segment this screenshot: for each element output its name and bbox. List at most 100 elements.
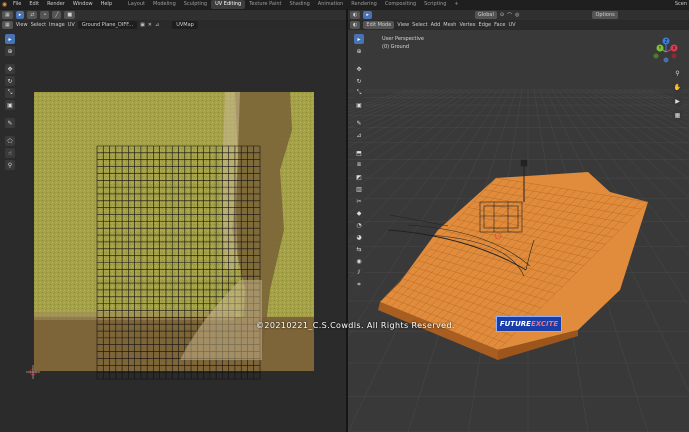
floor-grid-line — [629, 89, 689, 113]
uv-editor-area[interactable]: ▸ ⊕ ✥ ↻ ⤡ ▣ ✎ ⬠ ☝ ⚲ — [0, 30, 346, 432]
uv-menu-view[interactable]: View — [16, 22, 28, 28]
pivot-icon[interactable]: ⊙ — [500, 12, 504, 18]
face-select-icon[interactable]: ■ — [64, 11, 76, 19]
tab-scripting[interactable]: Scripting — [420, 0, 450, 9]
tab-modeling[interactable]: Modeling — [149, 0, 180, 9]
menu-window[interactable]: Window — [69, 0, 97, 9]
tab-texture-paint[interactable]: Texture Paint — [245, 0, 285, 9]
proportional-icon[interactable]: ◎ — [515, 12, 519, 18]
annotate-icon[interactable]: ✎ — [5, 118, 15, 128]
vp-menu-add[interactable]: Add — [431, 22, 441, 28]
vp-rotate-icon[interactable]: ↻ — [354, 76, 364, 86]
vertex-select-icon[interactable]: • — [40, 11, 50, 19]
pin-icon[interactable]: ⊿ — [155, 22, 159, 28]
transform-orientation[interactable]: Global — [474, 11, 497, 19]
uv-canvas[interactable] — [0, 30, 346, 432]
vp-scale-icon[interactable]: ⤡ — [354, 88, 364, 98]
add-workspace-button[interactable]: + — [450, 0, 462, 9]
3d-viewport[interactable]: X Z Y User Perspective (0) Ground ▸ ⊕ ✥ … — [0, 30, 689, 432]
vp-cursor-icon[interactable]: ⊕ — [354, 46, 364, 56]
snap-icon[interactable]: ⌒ — [507, 12, 512, 19]
move-icon[interactable]: ✥ — [5, 64, 15, 74]
future-excite-logo: FUTURE EXCITE — [496, 316, 562, 332]
tab-compositing[interactable]: Compositing — [381, 0, 420, 9]
vp-annotate-icon[interactable]: ✎ — [354, 118, 364, 128]
viewport-type-icon[interactable]: ◐ — [350, 21, 361, 29]
cursor-icon[interactable]: ⊕ — [5, 46, 15, 56]
scene-selector[interactable]: Scen — [675, 0, 689, 9]
knife-icon[interactable]: ✂ — [354, 196, 364, 206]
editor-type-icon[interactable]: ▦ — [2, 11, 13, 19]
tab-uv-editing[interactable]: UV Editing — [211, 0, 246, 9]
tab-animation[interactable]: Animation — [314, 0, 348, 9]
pinch-icon[interactable]: ⚲ — [5, 160, 15, 170]
tab-layout[interactable]: Layout — [124, 0, 149, 9]
blender-logo-icon[interactable]: ◉ — [0, 0, 9, 9]
relax-icon[interactable]: ☝ — [5, 148, 15, 158]
shear-icon[interactable]: ⫽ — [354, 268, 364, 278]
zoom-icon[interactable]: ⚲ — [672, 68, 683, 79]
uv-editor-type-icon[interactable]: ▦ — [2, 21, 13, 29]
vp-select-icon[interactable]: ▸ — [354, 34, 364, 44]
grid-icon[interactable]: ▦ — [672, 110, 683, 121]
options-dropdown[interactable]: Options — [592, 11, 618, 19]
smooth-icon[interactable]: ◕ — [354, 232, 364, 242]
rip-icon[interactable]: ⌗ — [354, 280, 364, 290]
uv-menu-image[interactable]: Image — [49, 22, 65, 28]
poly-build-icon[interactable]: ◆ — [354, 208, 364, 218]
menu-render[interactable]: Render — [43, 0, 69, 9]
tab-shading[interactable]: Shading — [285, 0, 313, 9]
viewport-header: ◐ Edit Mode View Select Add Mesh Vertex … — [348, 20, 689, 30]
viewport-title: User Perspective — [382, 36, 424, 42]
vp-transform-icon[interactable]: ▣ — [354, 100, 364, 110]
shrink-icon[interactable]: ◉ — [354, 256, 364, 266]
inset-icon[interactable]: ⧈ — [354, 160, 364, 170]
extrude-icon[interactable]: ⬒ — [354, 148, 364, 158]
viewport-editor-type-icon[interactable]: ◐ — [350, 11, 361, 19]
edge-slide-icon[interactable]: ⇆ — [354, 244, 364, 254]
pan-icon[interactable]: ✋ — [672, 82, 683, 93]
svg-text:Z: Z — [665, 39, 668, 44]
viewport-select-icon[interactable]: ▸ — [363, 11, 372, 19]
vp-menu-uv[interactable]: UV — [508, 22, 515, 28]
rotate-icon[interactable]: ↻ — [5, 76, 15, 86]
menu-edit[interactable]: Edit — [25, 0, 43, 9]
bevel-icon[interactable]: ◩ — [354, 172, 364, 182]
mode-selector[interactable]: Edit Mode — [363, 21, 395, 29]
uv-tool-settings-header: ▦ ▸ ⇄ • ╱ ■ — [0, 10, 346, 20]
transform-icon[interactable]: ▣ — [5, 100, 15, 110]
loop-cut-icon[interactable]: ▥ — [354, 184, 364, 194]
spin-icon[interactable]: ◔ — [354, 220, 364, 230]
uvmap-selector[interactable]: UVMap — [172, 21, 198, 29]
scale-icon[interactable]: ⤡ — [5, 88, 15, 98]
floor-grid-line — [623, 89, 689, 116]
navigation-gizmo[interactable]: X Z Y — [653, 37, 678, 63]
uv-menu-uv[interactable]: UV — [68, 22, 75, 28]
menu-help[interactable]: Help — [97, 0, 116, 9]
tab-rendering[interactable]: Rendering — [347, 0, 381, 9]
select-mode-icon[interactable]: ▸ — [15, 11, 25, 19]
new-image-icon[interactable]: ▣ — [140, 22, 145, 28]
vp-move-icon[interactable]: ✥ — [354, 64, 364, 74]
menu-file[interactable]: File — [9, 0, 25, 9]
workspace-tabs: Layout Modeling Sculpting UV Editing Tex… — [124, 0, 463, 9]
vp-menu-mesh[interactable]: Mesh — [443, 22, 456, 28]
uv-menu-select[interactable]: Select — [31, 22, 46, 28]
vp-menu-view[interactable]: View — [397, 22, 409, 28]
viewport-canvas[interactable]: X Z Y — [0, 30, 689, 432]
tab-sculpting[interactable]: Sculpting — [180, 0, 211, 9]
svg-text:X: X — [673, 46, 676, 51]
edge-select-icon[interactable]: ╱ — [52, 11, 62, 19]
vp-menu-edge[interactable]: Edge — [479, 22, 492, 28]
camera-icon[interactable]: ▶ — [672, 96, 683, 107]
uv-sync-icon[interactable]: ⇄ — [27, 11, 38, 19]
vp-menu-vertex[interactable]: Vertex — [459, 22, 475, 28]
image-selector[interactable]: Ground Plane_DIFF... — [77, 21, 138, 29]
vp-menu-face[interactable]: Face — [494, 22, 505, 28]
grab-icon[interactable]: ⬠ — [5, 136, 15, 146]
vp-menu-select[interactable]: Select — [412, 22, 427, 28]
vp-measure-icon[interactable]: ⊿ — [354, 130, 364, 140]
select-box-icon[interactable]: ▸ — [5, 34, 15, 44]
close-image-icon[interactable]: ✕ — [148, 22, 152, 28]
uv-toolbar: ▸ ⊕ ✥ ↻ ⤡ ▣ ✎ ⬠ ☝ ⚲ — [5, 34, 15, 170]
